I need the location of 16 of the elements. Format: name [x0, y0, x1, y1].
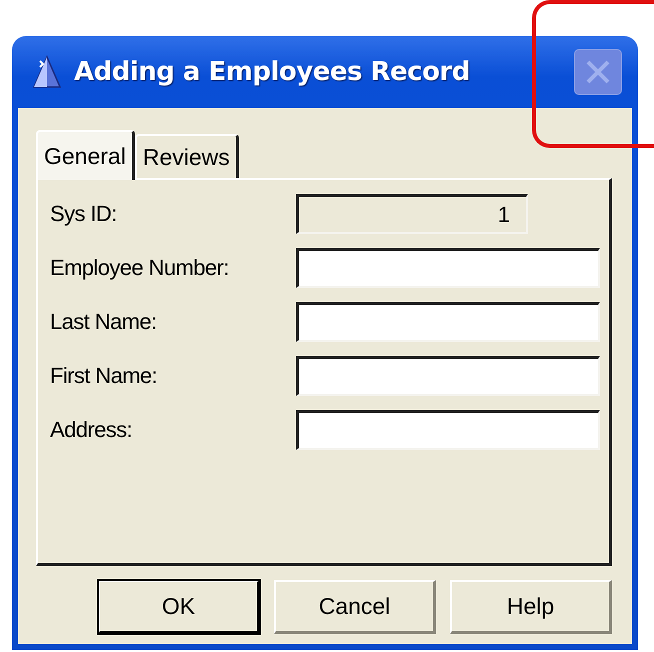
- input-field[interactable]: [296, 356, 600, 396]
- field-label: Last Name:: [50, 309, 158, 335]
- window-title: Adding a Employees Record: [74, 57, 471, 87]
- pyramid-icon: [32, 55, 62, 89]
- dialog-button[interactable]: Help: [450, 580, 612, 634]
- input-field[interactable]: [296, 410, 600, 450]
- dialog-button[interactable]: OK: [98, 580, 260, 634]
- field-label: Sys ID:: [50, 201, 118, 227]
- tab[interactable]: Reviews: [134, 134, 239, 178]
- dialog-button[interactable]: Cancel: [274, 580, 436, 634]
- tab[interactable]: General: [36, 130, 135, 180]
- field-label: First Name:: [50, 363, 158, 389]
- field-label: Address:: [50, 417, 134, 443]
- input-field[interactable]: [296, 248, 600, 288]
- input-field[interactable]: [296, 302, 600, 342]
- field-label: Employee Number:: [50, 255, 230, 281]
